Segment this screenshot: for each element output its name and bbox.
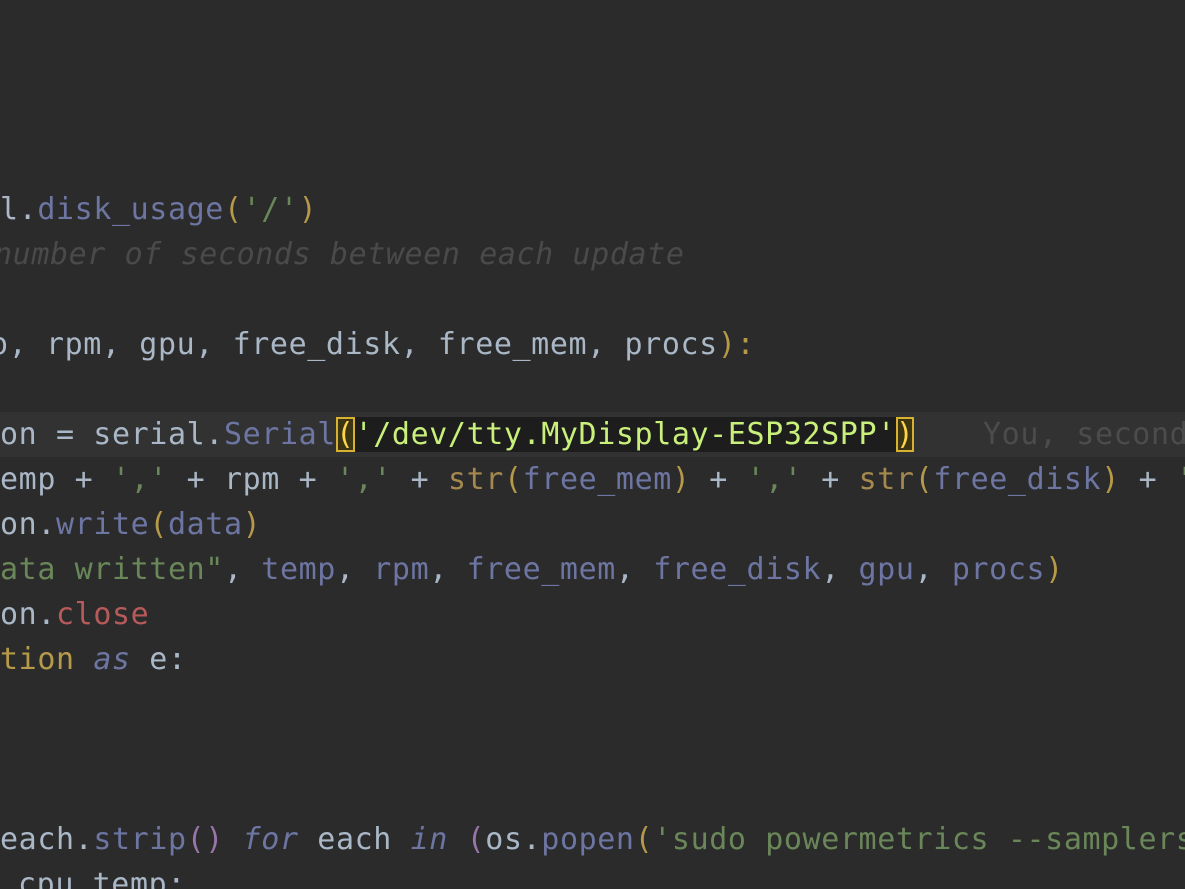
current-line: on = serial.Serial('/dev/tty.MyDisplay-E…: [0, 412, 1185, 457]
code-token: tion: [0, 642, 94, 677]
code-token: as: [93, 642, 131, 677]
code-token: e:: [130, 642, 187, 677]
code-line: emp + ',' + rpm + ',' + str(free_mem) + …: [0, 457, 1185, 502]
matched-bracket: ): [895, 417, 915, 452]
code-token: close: [56, 597, 150, 632]
code-token: ',': [746, 462, 803, 497]
code-token: +: [802, 462, 859, 497]
code-token: (: [149, 507, 168, 542]
code-text: tion as e:: [0, 637, 187, 682]
code-token: ata written": [0, 552, 224, 587]
code-token: for: [242, 822, 299, 857]
code-token: on.: [0, 507, 56, 542]
code-token: (: [914, 462, 934, 497]
code-token: ,: [615, 552, 654, 587]
code-token: ,: [914, 552, 952, 587]
selected-string[interactable]: '/dev/tty.MyDisplay-ESP32SPP': [354, 417, 896, 452]
code-token: strip: [93, 822, 187, 857]
code-token: gpu: [858, 552, 915, 587]
code-token: '/': [242, 192, 299, 227]
code-token: l.: [0, 192, 38, 227]
code-editor[interactable]: l.disk_usage('/') number of seconds betw…: [0, 0, 1185, 889]
code-token: ): [671, 462, 691, 497]
code-text: o, rpm, gpu, free_disk, free_mem, procs)…: [0, 322, 755, 367]
code-token: ,: [821, 552, 859, 587]
code-line: o, rpm, gpu, free_disk, free_mem, procs)…: [0, 322, 1185, 367]
code-token: (: [503, 462, 523, 497]
code-token: each.: [0, 822, 94, 857]
code-token: (): [186, 822, 224, 857]
code-line: tion as e:: [0, 637, 1185, 682]
code-token: write: [56, 507, 150, 542]
code-comment: number of seconds between each update: [0, 237, 685, 272]
code-token: on = serial.: [0, 417, 224, 452]
code-token: ): [1045, 552, 1064, 587]
inline-blame-annotation: You, second: [983, 417, 1185, 452]
code-text: on.close: [0, 592, 149, 637]
code-token: popen: [541, 822, 635, 857]
code-line: cpu_temp:: [0, 862, 1185, 889]
code-token: cpu_temp:: [18, 867, 186, 889]
code-token: 'sudo powermetrics --samplers sm: [653, 822, 1185, 857]
code-text: on = serial.Serial('/dev/tty.MyDisplay-E…: [0, 412, 915, 457]
code-token: + rpm +: [167, 462, 336, 497]
code-token: ',': [1176, 462, 1185, 497]
code-token: on.: [0, 597, 56, 632]
code-token: free_disk: [933, 462, 1102, 497]
code-line: l.disk_usage('/'): [0, 187, 1185, 232]
code-token: free_disk: [653, 552, 822, 587]
code-line: number of seconds between each update: [0, 232, 1185, 277]
code-token: ): [242, 507, 262, 542]
code-token: free_mem: [466, 552, 616, 587]
code-token: Serial: [223, 417, 336, 452]
code-token: o, rpm, gpu, free_disk, free_mem, procs: [0, 327, 718, 362]
code-token: os.: [485, 822, 542, 857]
code-token: disk_usage: [37, 192, 224, 227]
code-token: data: [167, 507, 243, 542]
code-token: ',': [111, 462, 168, 497]
code-token: str: [858, 462, 915, 497]
code-token: ): [1101, 462, 1120, 497]
code-line: each.strip() for each in (os.popen('sudo…: [0, 817, 1185, 862]
code-text: l.disk_usage('/'): [0, 187, 317, 232]
code-token: temp: [261, 552, 336, 587]
code-token: procs: [951, 552, 1046, 587]
code-token: each: [298, 822, 411, 857]
code-token: ):: [717, 327, 756, 362]
matched-bracket: (: [335, 417, 355, 452]
code-line: ata written", temp, rpm, free_mem, free_…: [0, 547, 1185, 592]
code-line: on.close: [0, 592, 1185, 637]
code-token: rpm: [373, 552, 430, 587]
code-token: (: [223, 192, 243, 227]
code-token: ,: [335, 552, 374, 587]
code-token: +: [1119, 462, 1176, 497]
code-line: on.write(data): [0, 502, 1185, 547]
code-text: each.strip() for each in (os.popen('sudo…: [0, 817, 1185, 862]
code-token: (: [466, 822, 486, 857]
code-token: in: [410, 822, 448, 857]
code-token: +: [391, 462, 448, 497]
code-token: emp +: [0, 462, 112, 497]
code-text: ata written", temp, rpm, free_mem, free_…: [0, 547, 1064, 592]
code-text: cpu_temp:: [18, 862, 186, 889]
code-token: ,: [429, 552, 467, 587]
code-token: ',': [335, 462, 392, 497]
code-token: free_mem: [522, 462, 672, 497]
code-token: ): [298, 192, 318, 227]
code-token: str: [447, 462, 504, 497]
code-text: on.write(data): [0, 502, 261, 547]
code-token: +: [690, 462, 747, 497]
code-token: (: [634, 822, 654, 857]
code-token: ,: [223, 552, 262, 587]
code-text: emp + ',' + rpm + ',' + str(free_mem) + …: [0, 457, 1185, 502]
